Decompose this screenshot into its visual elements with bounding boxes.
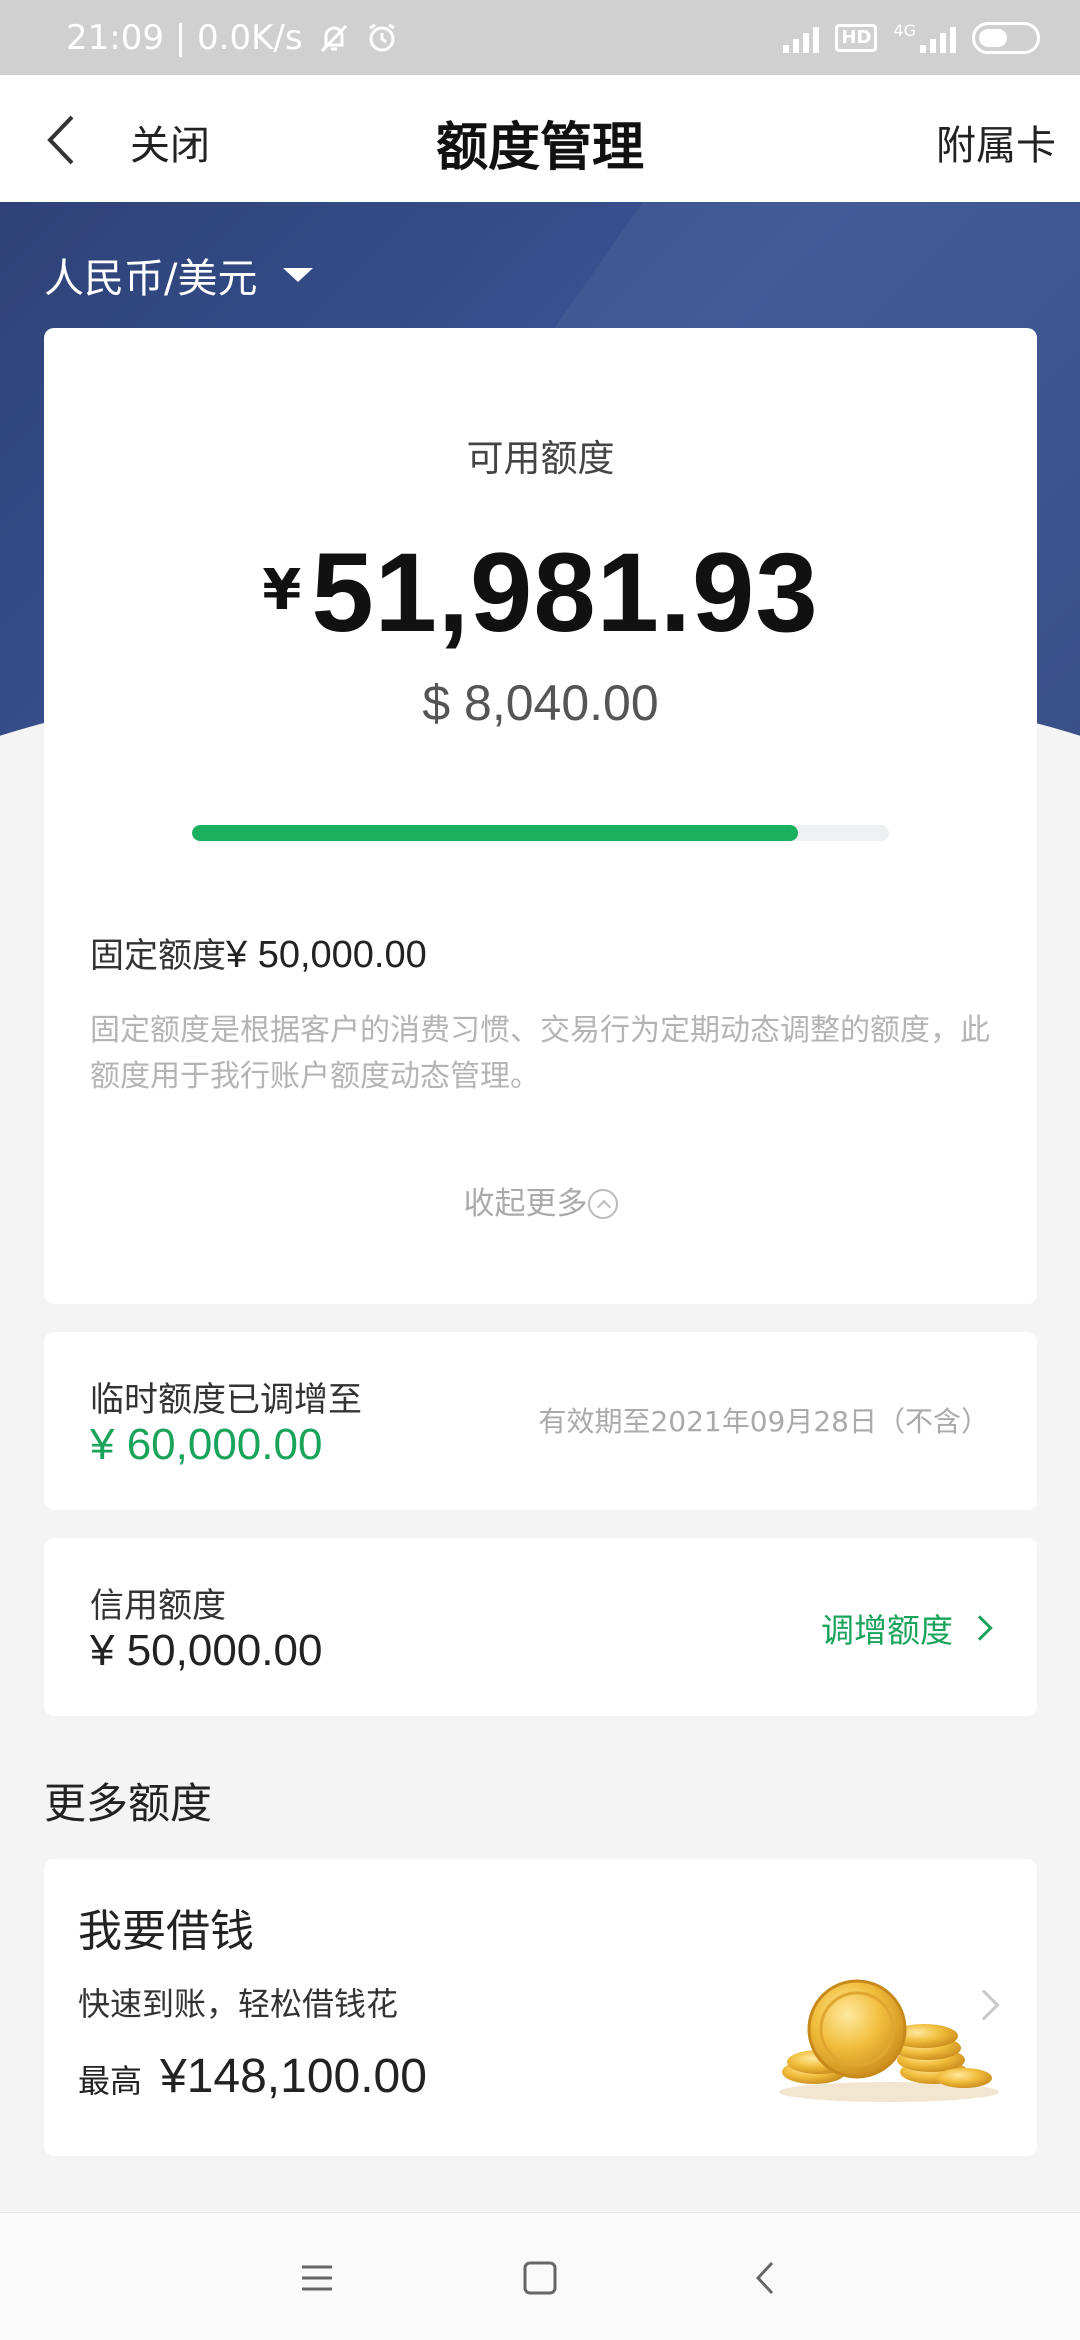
chevron-right-icon bbox=[967, 1615, 993, 1641]
temporary-limit-validity: 有效期至2021年09月28日（不含） bbox=[538, 1405, 989, 1438]
caret-down-icon bbox=[283, 268, 314, 282]
borrow-max-label: 最高 bbox=[78, 2062, 143, 2100]
available-limit-value: 51,981.93 bbox=[311, 530, 819, 655]
fixed-limit-amount: ¥ 50,000.00 bbox=[226, 934, 427, 976]
menu-icon[interactable] bbox=[292, 2253, 342, 2303]
gold-coins-icon bbox=[779, 1979, 999, 2102]
available-limit-label: 可用额度 bbox=[466, 437, 615, 480]
borrow-max-amount: ¥148,100.00 bbox=[160, 2050, 427, 2103]
system-navigation-bar bbox=[0, 2212, 1080, 2340]
temporary-limit-amount: ¥ 60,000.00 bbox=[90, 1420, 323, 1469]
home-square-icon[interactable] bbox=[515, 2253, 565, 2303]
back-icon[interactable] bbox=[742, 2253, 792, 2303]
bell-off-icon bbox=[320, 24, 347, 52]
collapse-more-button[interactable]: 收起更多 bbox=[44, 1178, 1037, 1223]
borrow-money-subtitle: 快速到账，轻松借钱花 bbox=[78, 1985, 399, 2023]
more-limits-heading: 更多额度 bbox=[44, 1779, 213, 1828]
temporary-limit-label: 临时额度已调增至 bbox=[90, 1380, 362, 1420]
borrow-money-card[interactable]: 我要借钱 快速到账，轻松借钱花 最高 ¥148,100.00 bbox=[44, 1859, 1037, 2156]
temporary-limit-card: 临时额度已调增至 ¥ 60,000.00 有效期至2021年09月28日（不含） bbox=[44, 1332, 1037, 1510]
chevron-up-circle-icon bbox=[587, 1189, 618, 1219]
fixed-limit-label: 固定额度 bbox=[90, 936, 226, 976]
status-bar: 21:09 | 0.0K/s HD 4G bbox=[0, 0, 1080, 75]
credit-limit-label: 信用额度 bbox=[90, 1586, 226, 1626]
back-arrow-icon[interactable] bbox=[32, 105, 92, 175]
close-button[interactable]: 关闭 bbox=[130, 113, 210, 171]
available-limit-amount: ¥51,981.93 bbox=[44, 528, 1037, 657]
network-type: 4G bbox=[893, 20, 916, 40]
hd-icon: HD bbox=[835, 23, 878, 52]
currency-selector-label: 人民币/美元 bbox=[44, 256, 258, 302]
nav-bar: 关闭 额度管理 附属卡 bbox=[0, 75, 1080, 202]
supplementary-card-button[interactable]: 附属卡 bbox=[936, 113, 1056, 171]
signal-4g-icon: 4G bbox=[893, 20, 956, 53]
battery-icon bbox=[972, 21, 1040, 54]
raise-limit-label: 调增额度 bbox=[821, 1611, 953, 1650]
raise-limit-button[interactable]: 调增额度 bbox=[821, 1604, 993, 1652]
fixed-limit-line: 固定额度¥ 50,000.00 bbox=[90, 928, 427, 977]
borrow-money-max: 最高 ¥148,100.00 bbox=[78, 2049, 427, 2104]
alarm-icon bbox=[368, 23, 395, 51]
limit-progress-fill bbox=[192, 825, 799, 841]
available-limit-card: 可用额度 ¥51,981.93 $ 8,040.00 固定额度¥ 50,000.… bbox=[44, 328, 1037, 1304]
signal-icon bbox=[783, 23, 820, 53]
available-limit-usd: $ 8,040.00 bbox=[422, 675, 659, 731]
borrow-money-title: 我要借钱 bbox=[78, 1906, 254, 1957]
fixed-limit-description: 固定额度是根据客户的消费习惯、交易行为定期动态调整的额度，此额度用于我行账户额度… bbox=[90, 1013, 990, 1094]
currency-symbol: ¥ bbox=[262, 558, 302, 623]
collapse-more-label: 收起更多 bbox=[463, 1186, 588, 1222]
limit-progress-bar bbox=[192, 825, 889, 841]
credit-limit-amount: ¥ 50,000.00 bbox=[90, 1626, 323, 1675]
credit-limit-card: 信用额度 ¥ 50,000.00 调增额度 bbox=[44, 1538, 1037, 1716]
currency-selector[interactable]: 人民币/美元 bbox=[44, 246, 314, 304]
status-right: HD 4G bbox=[783, 20, 1040, 54]
status-left: 21:09 | 0.0K/s bbox=[66, 18, 399, 58]
status-time-speed: 21:09 | 0.0K/s bbox=[66, 17, 303, 58]
